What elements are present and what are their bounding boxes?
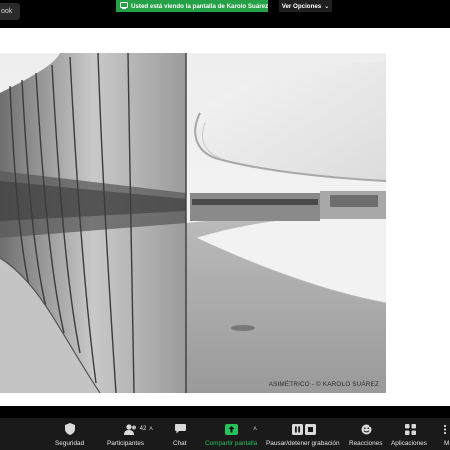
shared-photo: ASIMÉTRICO - © KAROLO SUÁREZ [0,53,386,393]
pause-stop-recording-label: Pausar/detener grabación [266,440,340,447]
meeting-toolbar: Seguridad 42 Participantes ˄ Chat Compar… [0,418,450,450]
security-label: Seguridad [55,440,85,447]
view-options-button[interactable]: Ver Opciones ⌄ [279,0,332,12]
pause-stop-recording-button[interactable]: Pausar/detener grabación [266,418,342,450]
more-button[interactable]: M [440,418,450,450]
participants-count: 42 [139,426,147,432]
participants-label: Participantes [107,440,144,447]
pause-stop-icon [290,422,318,436]
architecture-photo [0,53,386,393]
photo-credit: ASIMÉTRICO - © KAROLO SUÁREZ [268,381,379,388]
security-button[interactable]: Seguridad [52,418,88,450]
reactions-button[interactable]: Reacciones [349,418,383,450]
share-options-caret-icon[interactable]: ˄ [253,426,257,433]
participants-icon: 42 [118,422,152,436]
share-screen-button[interactable]: Compartir pantalla [203,418,261,450]
apps-label: Aplicaciones [391,440,427,447]
shield-icon [64,422,76,436]
participants-button[interactable]: 42 Participantes [107,418,154,450]
reactions-label: Reacciones [349,440,383,447]
apps-grid-icon [404,422,416,436]
top-bar: ook Usted está viendo la pantalla de Kar… [0,0,450,26]
share-screen-label: Compartir pantalla [205,440,258,447]
more-dots-icon [442,422,448,436]
view-options-label: Ver Opciones [281,2,322,10]
screen-share-icon [120,1,128,11]
apps-button[interactable]: Aplicaciones [390,418,430,450]
participants-options-caret-icon[interactable]: ˄ [149,426,153,433]
screen-share-banner-text: Usted está viendo la pantalla de Karolo … [131,2,269,10]
chat-button[interactable]: Chat [168,418,192,450]
chevron-down-icon: ⌄ [324,3,330,10]
chat-icon [174,422,186,436]
tab-fragment[interactable]: ook [0,3,20,20]
more-label: M [444,440,450,447]
screen-share-banner: Usted está viendo la pantalla de Karolo … [116,0,268,12]
chat-label: Chat [173,440,187,447]
smiley-icon [360,422,372,436]
screen: ook Usted está viendo la pantalla de Kar… [0,0,450,450]
share-screen-icon [224,422,238,436]
